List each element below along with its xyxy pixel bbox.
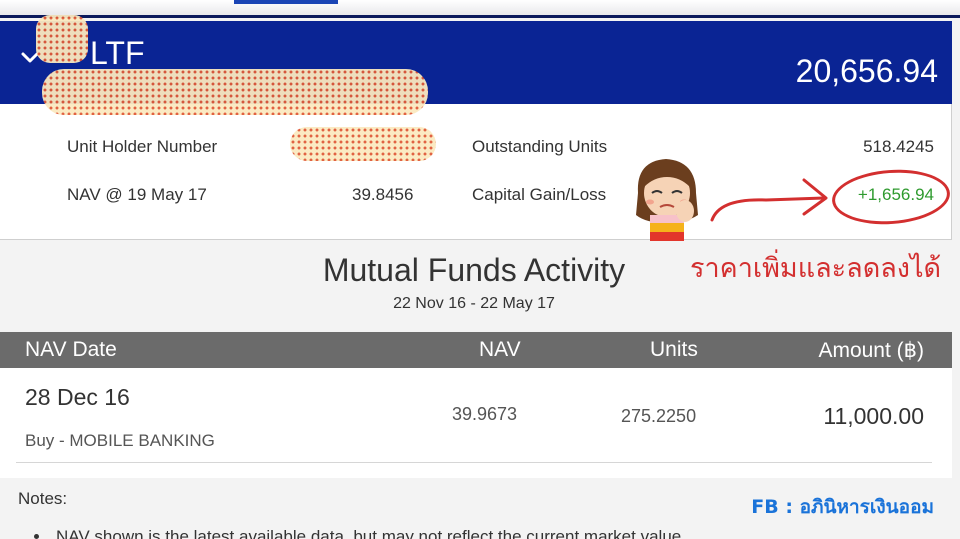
fb-credit-watermark: FB : อภินิหารเงินออม xyxy=(751,496,934,518)
activity-title: Mutual Funds Activity xyxy=(322,252,626,288)
row-transaction-type: Buy - MOBILE BANKING xyxy=(25,431,215,450)
table-row[interactable]: 28 Dec 16 Buy - MOBILE BANKING 39.9673 2… xyxy=(0,368,952,478)
note-line: NAV shown is the latest available data, … xyxy=(56,527,686,539)
row-units: 275.2250 xyxy=(621,406,697,426)
arrow-annotation-icon xyxy=(710,178,828,222)
row-date: 28 Dec 16 xyxy=(25,384,130,410)
row-nav: 39.9673 xyxy=(452,404,518,424)
column-header-nav: NAV xyxy=(479,338,521,361)
redaction-scribble-name xyxy=(42,69,428,115)
row-amount: 11,000.00 xyxy=(823,403,924,429)
capital-gain-label: Capital Gain/Loss xyxy=(472,185,607,204)
nav-value: 39.8456 xyxy=(352,185,414,204)
column-header-amount: Amount (฿) xyxy=(818,339,924,362)
activity-date-range: 22 Nov 16 - 22 May 17 xyxy=(393,295,555,312)
outstanding-units-value: 518.4245 xyxy=(863,137,934,156)
row-divider xyxy=(16,462,932,463)
notes-label: Notes: xyxy=(18,489,68,508)
top-nav-strip xyxy=(0,0,960,18)
outstanding-units-label: Outstanding Units xyxy=(472,137,608,156)
column-header-nav-date: NAV Date xyxy=(25,338,117,361)
column-header-units: Units xyxy=(650,338,698,361)
nav-date-label: NAV @ 19 May 17 xyxy=(67,185,207,204)
note-bullet xyxy=(34,534,39,539)
redaction-scribble-name xyxy=(36,15,88,63)
unit-holder-label: Unit Holder Number xyxy=(67,137,218,156)
active-tab-indicator xyxy=(234,0,338,4)
avatar-sticker xyxy=(636,159,698,241)
activity-table-header: NAV Date NAV Units Amount (฿) xyxy=(0,332,952,368)
fund-total-value: 20,656.94 xyxy=(795,53,938,89)
fund-name: LTF xyxy=(90,35,145,71)
redaction-scribble-unit-holder xyxy=(290,127,436,161)
